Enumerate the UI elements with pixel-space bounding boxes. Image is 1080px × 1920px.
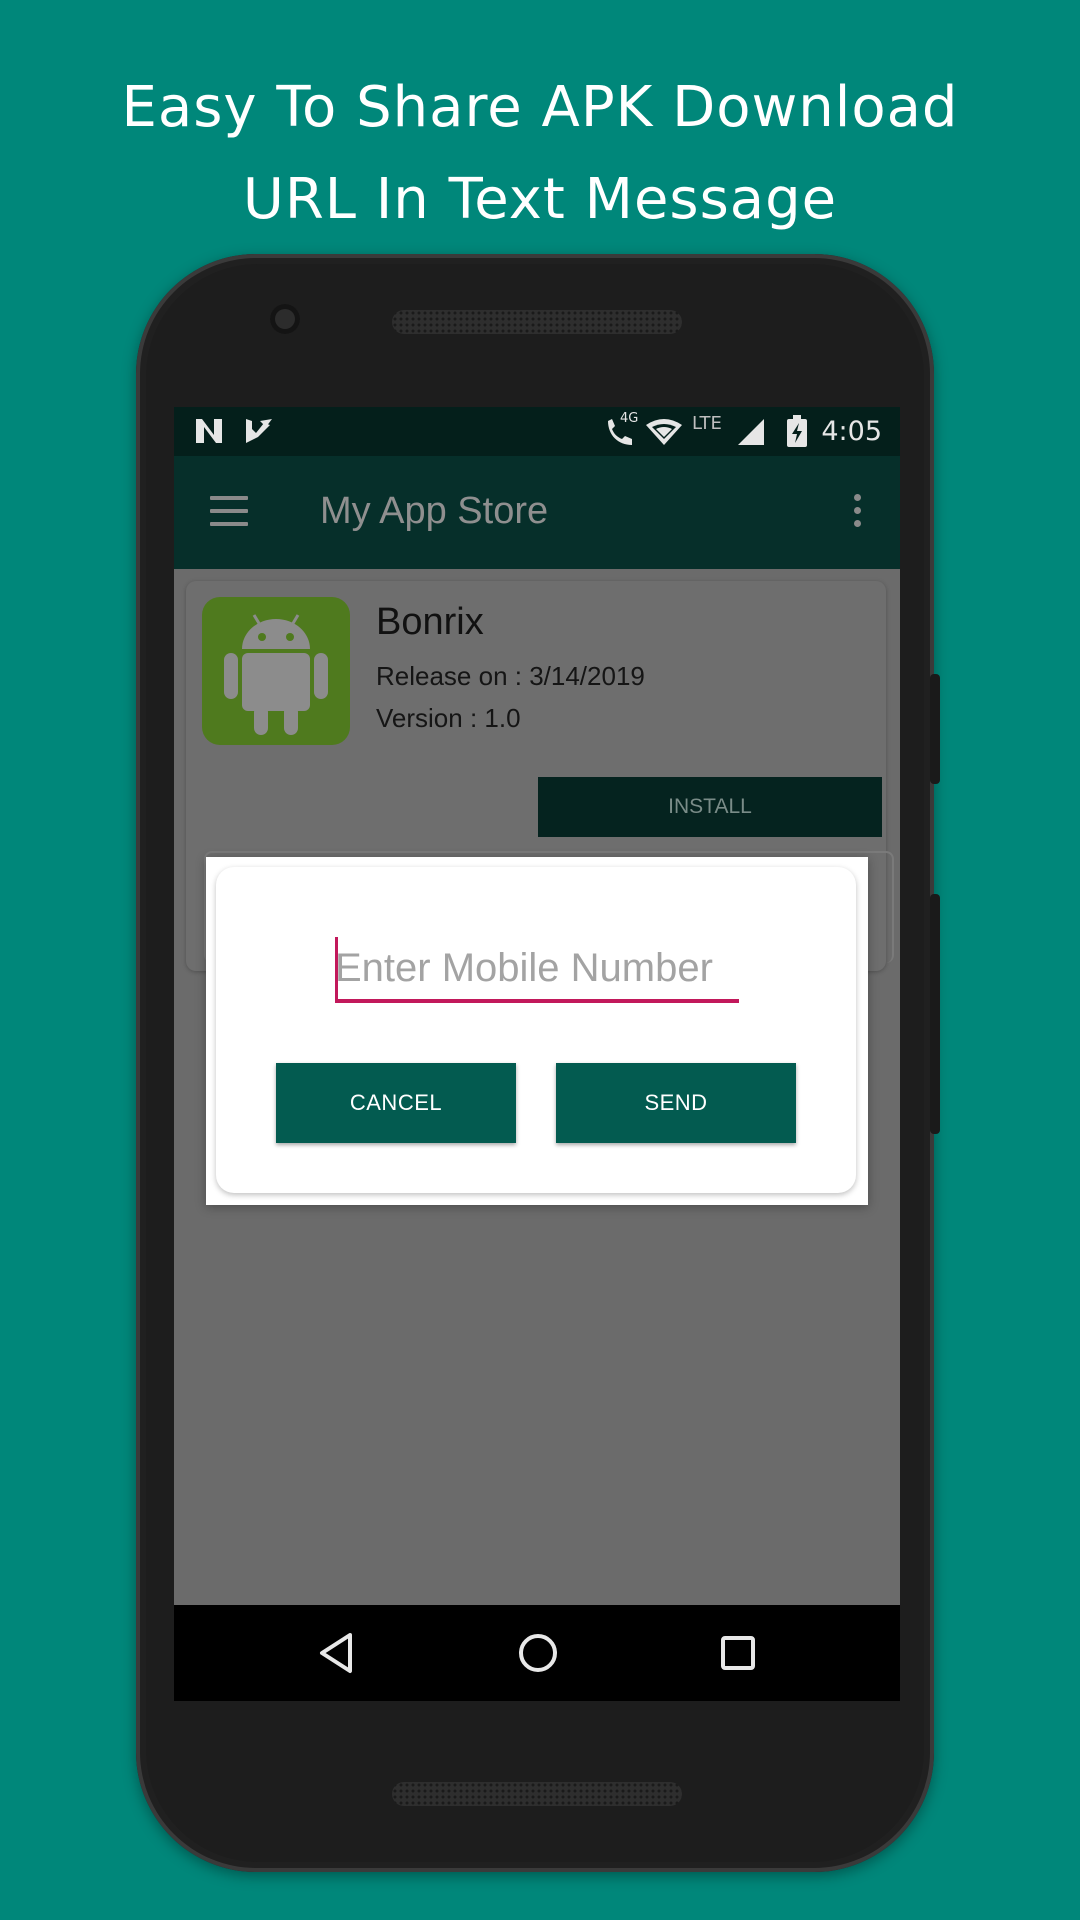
cancel-button[interactable]: CANCEL <box>276 1063 516 1143</box>
wifi-icon <box>644 417 684 451</box>
promo-title: Easy To Share APK Download URL In Text M… <box>0 62 1080 246</box>
n-notification-icon <box>194 417 224 449</box>
dialog-card: CANCEL SEND <box>216 867 856 1193</box>
signal-icon <box>736 417 766 451</box>
android-icon <box>202 597 350 745</box>
network-type-label: LTE <box>692 413 722 434</box>
phone-frame: 4G LTE 4:05 My App Store Bonrix Release … <box>136 254 940 1872</box>
release-date: Release on : 3/14/2019 <box>376 661 645 691</box>
promo-line-1: Easy To Share APK Download <box>121 75 959 140</box>
battery-charging-icon <box>786 415 808 451</box>
front-camera <box>270 304 300 334</box>
store-notification-icon <box>244 417 274 449</box>
mobile-number-input[interactable] <box>335 937 739 1003</box>
menu-icon[interactable] <box>210 496 248 526</box>
send-button[interactable]: SEND <box>556 1063 796 1143</box>
toolbar-title: My App Store <box>320 490 549 532</box>
volume-button <box>930 894 940 1134</box>
install-button[interactable]: INSTALL <box>538 777 882 837</box>
text-caret <box>335 937 338 1003</box>
more-vert-icon[interactable] <box>854 494 862 530</box>
status-time: 4:05 <box>821 416 882 447</box>
share-dialog: CANCEL SEND <box>206 857 868 1205</box>
power-button <box>930 674 940 784</box>
phone-screen: 4G LTE 4:05 My App Store Bonrix Release … <box>174 407 900 1701</box>
recents-icon[interactable] <box>718 1631 758 1679</box>
top-speaker <box>392 310 682 334</box>
navigation-bar <box>174 1605 900 1701</box>
app-version: Version : 1.0 <box>376 703 521 733</box>
promo-line-2: URL In Text Message <box>242 167 838 232</box>
home-icon[interactable] <box>516 1631 560 1679</box>
status-bar: 4G LTE 4:05 <box>174 407 900 456</box>
app-toolbar: My App Store <box>174 456 900 569</box>
bottom-speaker <box>392 1782 682 1806</box>
wifi-call-icon: 4G <box>604 411 638 451</box>
back-icon[interactable] <box>316 1631 356 1679</box>
call-type-label: 4G <box>620 411 639 426</box>
app-name: Bonrix <box>376 601 484 643</box>
